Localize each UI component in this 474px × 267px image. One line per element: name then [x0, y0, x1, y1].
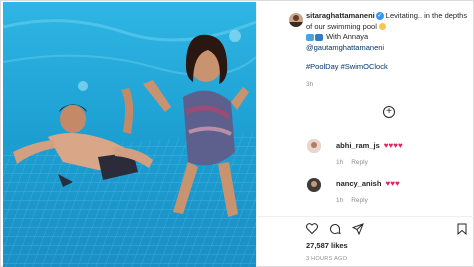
commenter-avatar[interactable]	[307, 178, 321, 192]
smile-emoji-icon	[378, 23, 386, 31]
comment-username[interactable]: abhi_ram_js	[336, 141, 380, 150]
post-caption: sitaraghattamaneni ✓ Levitating.. in the d…	[306, 11, 470, 90]
likes-number: 27,587	[306, 241, 329, 250]
comment-item: abhi_ram_js ♥♥♥♥ 1h Reply	[336, 141, 474, 166]
post-photo[interactable]	[3, 2, 256, 267]
caption-hashtags[interactable]: #PoolDay #SwimOClock	[306, 62, 470, 73]
post-side-panel: sitaraghattamaneni ✓ Levitating.. in the d…	[256, 2, 474, 267]
likes-count[interactable]: 27,587 likes	[306, 241, 348, 250]
instagram-post-frame: sitaraghattamaneni ✓ Levitating.. in the d…	[0, 0, 474, 267]
comment-time: 1h	[336, 159, 344, 166]
reply-button[interactable]: Reply	[351, 159, 368, 166]
comment-time: 1h	[336, 197, 344, 204]
verified-badge-icon: ✓	[375, 12, 384, 21]
heart-outline-icon[interactable]	[306, 223, 318, 234]
comment-username[interactable]: nancy_anish	[336, 179, 381, 188]
reply-button[interactable]: Reply	[351, 197, 368, 204]
wave-emoji-icon	[315, 33, 323, 41]
author-avatar[interactable]	[289, 13, 303, 27]
commenter-avatar[interactable]	[307, 139, 321, 153]
action-bar	[257, 216, 474, 237]
underwater-photo-image	[3, 2, 256, 267]
comment-icon[interactable]	[329, 223, 341, 235]
swimmer-emoji-icon	[306, 33, 314, 41]
author-username[interactable]: sitaraghattamaneni	[306, 11, 375, 20]
comment-hearts: ♥♥♥	[385, 179, 400, 188]
plus-circle-icon[interactable]: +	[383, 106, 395, 118]
bookmark-icon[interactable]	[457, 223, 467, 235]
caption-time: 3h	[306, 80, 314, 88]
comment-hearts: ♥♥♥♥	[383, 141, 403, 150]
paper-plane-icon[interactable]	[352, 223, 364, 235]
likes-label: likes	[331, 241, 348, 250]
caption-with: With Annaya	[326, 32, 369, 41]
comment-item: nancy_anish ♥♥♥ 1h Reply	[336, 179, 474, 204]
post-timestamp: 3 HOURS AGO	[306, 256, 348, 262]
caption-mention-link[interactable]: @gautamghattamaneni	[306, 43, 384, 52]
